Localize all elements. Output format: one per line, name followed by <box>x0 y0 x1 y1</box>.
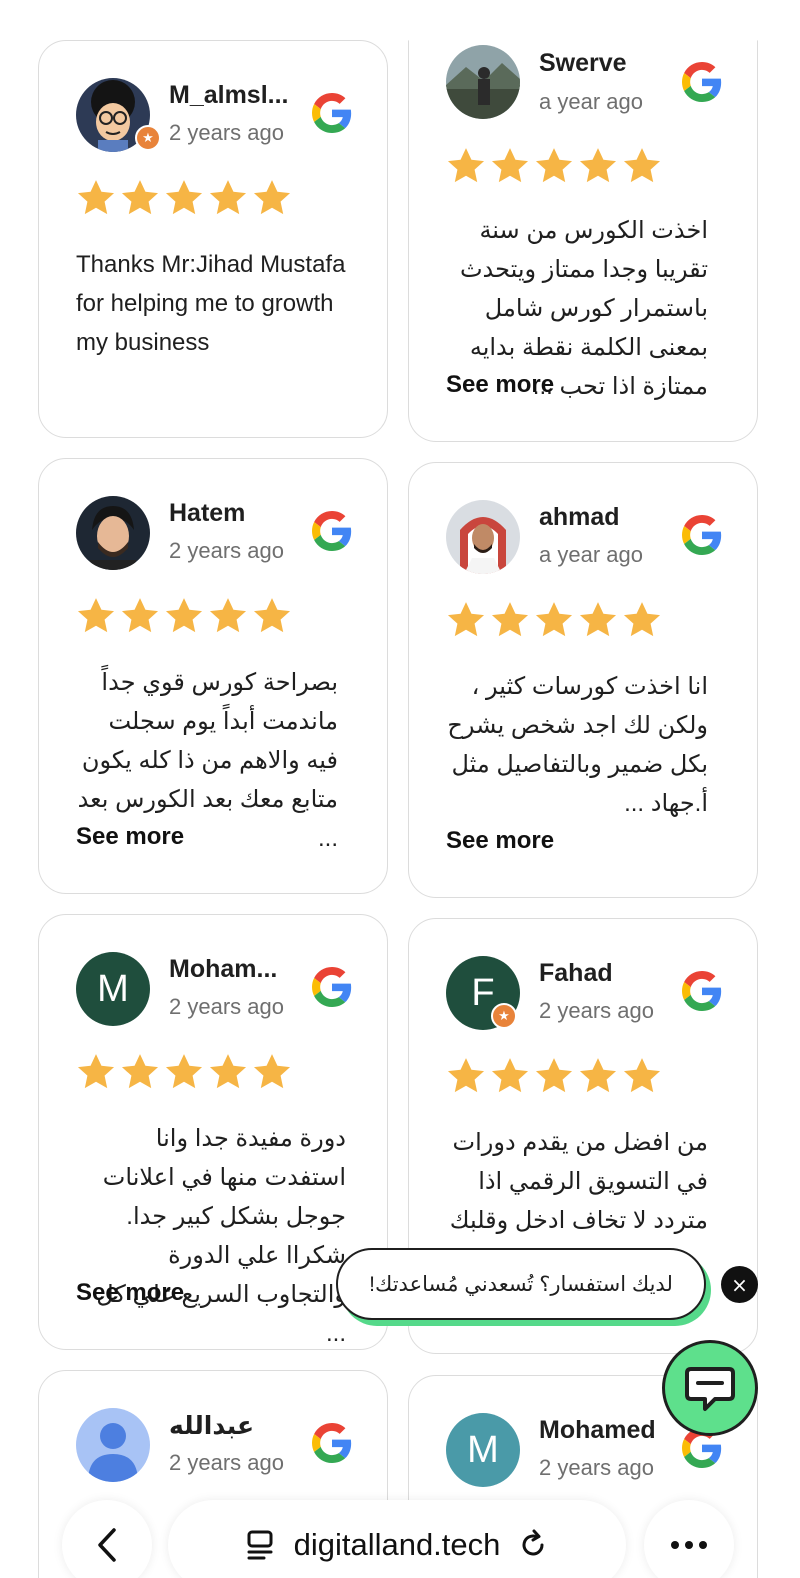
tabs-icon[interactable] <box>244 1528 278 1562</box>
star-icon <box>533 1055 575 1097</box>
star-icon <box>119 595 161 637</box>
more-menu-button[interactable] <box>644 1500 734 1578</box>
avatar: M <box>446 1413 520 1487</box>
reload-icon[interactable] <box>516 1528 550 1562</box>
star-rating <box>75 1051 293 1093</box>
avatar <box>446 500 520 574</box>
star-icon <box>489 599 531 641</box>
review-card[interactable]: Hatem 2 years ago بصراحة كورس قوي جداً م… <box>38 458 388 894</box>
back-button[interactable] <box>62 1500 152 1578</box>
reviewer-name[interactable]: Mohamed <box>539 1416 656 1445</box>
google-icon <box>682 515 722 555</box>
star-icon <box>119 1051 161 1093</box>
star-icon <box>207 595 249 637</box>
see-more-link[interactable]: See more <box>446 827 554 855</box>
star-icon <box>489 1055 531 1097</box>
reviewer-name[interactable]: Fahad <box>539 959 613 988</box>
star-icon <box>75 177 117 219</box>
chat-icon <box>685 1367 735 1411</box>
avatar: M <box>76 952 150 1026</box>
review-card[interactable]: ahmad a year ago انا اخذت كورسات كثير ، … <box>408 462 758 898</box>
avatar <box>446 45 520 119</box>
review-date: 2 years ago <box>169 538 284 563</box>
review-date: 2 years ago <box>169 120 284 145</box>
star-icon <box>621 145 663 187</box>
google-icon <box>682 971 722 1011</box>
star-icon <box>445 1055 487 1097</box>
review-date: a year ago <box>539 89 643 114</box>
reviewer-name[interactable]: Moham... <box>169 955 277 984</box>
star-icon <box>75 595 117 637</box>
star-icon <box>621 1055 663 1097</box>
reviewer-name[interactable]: ahmad <box>539 503 620 532</box>
review-date: 2 years ago <box>169 1450 284 1475</box>
reviewer-name[interactable]: Swerve <box>539 49 627 78</box>
star-rating <box>75 177 293 219</box>
review-text: Thanks Mr:Jihad Mustafa for helping me t… <box>76 251 346 356</box>
reviewer-name[interactable]: Hatem <box>169 499 245 528</box>
star-icon <box>251 1051 293 1093</box>
star-icon <box>577 599 619 641</box>
review-text: انا اخذت كورسات كثير ، ولكن لك اجد شخص ي… <box>447 673 708 817</box>
review-text: دورة مفيدة جدا وانا استفدت منها في اعلان… <box>96 1125 346 1347</box>
review-date: a year ago <box>539 542 643 567</box>
star-icon <box>577 1055 619 1097</box>
google-icon <box>312 967 352 1007</box>
star-icon <box>251 595 293 637</box>
avatar <box>76 1408 150 1482</box>
browser-toolbar: digitalland.tech <box>0 1500 800 1578</box>
local-guide-badge: ★ <box>491 1003 517 1029</box>
star-icon <box>207 1051 249 1093</box>
review-date: 2 years ago <box>169 994 284 1019</box>
close-chat-prompt-button[interactable]: × <box>721 1266 758 1303</box>
close-icon: × <box>731 1272 748 1297</box>
reviewer-name[interactable]: M_almsl... <box>169 81 289 110</box>
star-icon <box>75 1051 117 1093</box>
google-icon <box>312 1423 352 1463</box>
star-icon <box>533 145 575 187</box>
google-icon <box>312 93 352 133</box>
star-icon <box>207 177 249 219</box>
google-icon <box>682 62 722 102</box>
see-more-link[interactable]: See more <box>76 1279 184 1307</box>
review-date: 2 years ago <box>539 998 654 1023</box>
back-icon <box>98 1528 116 1562</box>
star-rating <box>445 145 663 187</box>
chat-prompt-bubble[interactable]: لديك استفسار؟ تُسعدني مُساعدتك! <box>336 1248 706 1320</box>
see-more-link[interactable]: See more <box>76 823 184 851</box>
star-icon <box>119 177 161 219</box>
review-text: من افضل من يقدم دورات في التسويق الرقمي … <box>449 1129 708 1253</box>
star-rating <box>75 595 293 637</box>
google-icon <box>312 511 352 551</box>
chat-launcher-button[interactable] <box>662 1340 758 1436</box>
avatar-letter: M <box>97 967 129 1010</box>
review-date: 2 years ago <box>539 1455 654 1480</box>
star-rating <box>445 599 663 641</box>
star-icon <box>251 177 293 219</box>
star-icon <box>577 145 619 187</box>
url-text[interactable]: digitalland.tech <box>294 1527 501 1563</box>
star-icon <box>533 599 575 641</box>
avatar <box>76 496 150 570</box>
star-icon <box>445 145 487 187</box>
local-guide-badge: ★ <box>135 125 161 151</box>
avatar-letter: F <box>471 971 495 1014</box>
more-icon <box>671 1541 707 1549</box>
address-bar[interactable]: digitalland.tech <box>168 1500 626 1578</box>
star-icon <box>163 177 205 219</box>
avatar-letter: M <box>467 1428 499 1471</box>
star-icon <box>621 599 663 641</box>
star-icon <box>163 595 205 637</box>
see-more-link[interactable]: See more <box>446 371 554 399</box>
star-rating <box>445 1055 663 1097</box>
review-card[interactable]: Swerve a year ago اخذت الكورس من سنة تقر… <box>408 40 758 442</box>
chat-prompt-text: لديك استفسار؟ تُسعدني مُساعدتك! <box>369 1272 673 1296</box>
star-icon <box>163 1051 205 1093</box>
review-card[interactable]: ★ M_almsl... 2 years ago Thanks Mr:Jihad… <box>38 40 388 438</box>
star-icon <box>445 599 487 641</box>
reviewer-name[interactable]: عبدالله <box>169 1411 254 1441</box>
star-icon <box>489 145 531 187</box>
